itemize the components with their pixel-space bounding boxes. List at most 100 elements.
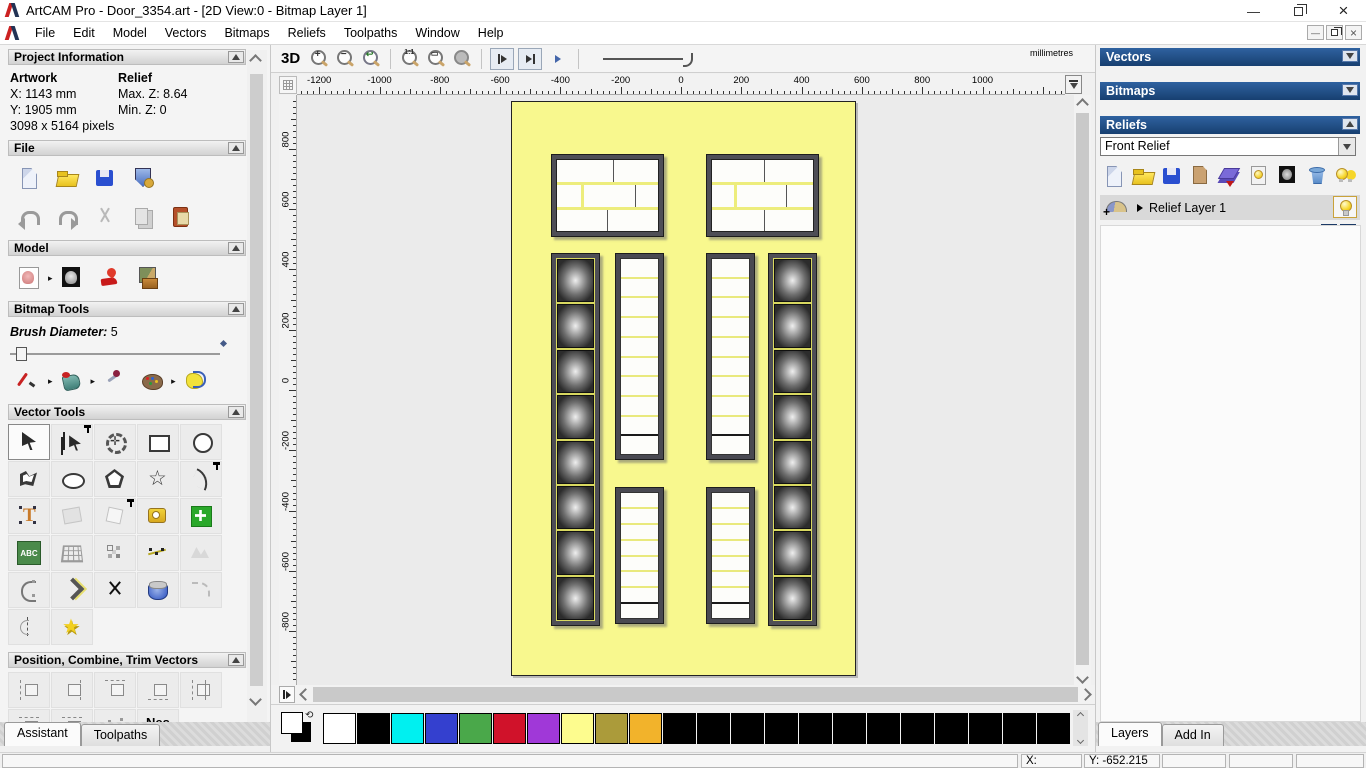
project-information-header[interactable]: Project Information xyxy=(8,49,246,65)
align-right-button[interactable] xyxy=(51,672,93,708)
ruler-toggle-button[interactable] xyxy=(279,686,295,703)
relief-visibility-button[interactable] xyxy=(1247,164,1271,188)
transform-vectors-button[interactable] xyxy=(94,424,136,460)
minimize-button[interactable]: — xyxy=(1231,0,1276,22)
next-view-button[interactable] xyxy=(518,47,543,70)
zoom-object-button[interactable] xyxy=(451,48,473,70)
swap-colours-icon[interactable]: ⟲ xyxy=(305,710,313,721)
cut-button[interactable] xyxy=(92,204,118,230)
create-star-button[interactable] xyxy=(137,461,179,497)
bitmap-preview-button[interactable] xyxy=(59,265,85,291)
menu-edit[interactable]: Edit xyxy=(64,23,104,43)
mdi-restore-button[interactable] xyxy=(1326,25,1343,40)
palette-swatch[interactable] xyxy=(595,712,628,744)
palette-swatch[interactable] xyxy=(629,712,662,744)
scroll-down-icon[interactable] xyxy=(249,693,262,706)
previous-view-button[interactable] xyxy=(490,47,515,70)
palette-swatch[interactable] xyxy=(1003,712,1036,744)
collapse-bitmap-tools-button[interactable] xyxy=(228,303,244,315)
vector-library-button[interactable] xyxy=(137,572,179,608)
offset-vectors-button[interactable] xyxy=(94,498,136,534)
flyout-arrow-icon[interactable]: ▸ xyxy=(48,376,53,387)
canvas-vertical-scrollbar[interactable] xyxy=(1074,95,1091,685)
palette-swatch[interactable] xyxy=(391,712,424,744)
menu-help[interactable]: Help xyxy=(469,23,513,43)
paint-brush-button[interactable] xyxy=(16,368,42,394)
palette-swatch[interactable] xyxy=(1037,712,1070,744)
create-rectangle-button[interactable] xyxy=(137,424,179,460)
restore-button[interactable] xyxy=(1276,0,1321,22)
reduce-points-button[interactable] xyxy=(180,535,222,571)
center-horizontal-button[interactable] xyxy=(180,672,222,708)
copy-button[interactable] xyxy=(130,204,156,230)
palette-scrollbar[interactable] xyxy=(1073,710,1088,746)
tab-assistant[interactable]: Assistant xyxy=(4,722,81,746)
palette-swatch[interactable] xyxy=(799,712,832,744)
save-relief-button[interactable] xyxy=(1160,164,1184,188)
zoom-in-button[interactable]: + xyxy=(308,48,330,70)
layer-expand-caret-icon[interactable] xyxy=(1137,203,1143,212)
menu-file[interactable]: File xyxy=(26,23,64,43)
tab-layers[interactable]: Layers xyxy=(1098,722,1162,746)
expand-bitmaps-button[interactable] xyxy=(1342,84,1358,96)
delete-relief-button[interactable] xyxy=(1305,164,1329,188)
greyscale-preview-button[interactable] xyxy=(16,265,42,291)
collapse-position-button[interactable] xyxy=(228,654,244,666)
collapse-file-button[interactable] xyxy=(228,142,244,154)
redo-button[interactable] xyxy=(54,204,80,230)
zoom-fit-button[interactable]: ▭ xyxy=(425,48,447,70)
palette-swatch[interactable] xyxy=(561,712,594,744)
bitmap-tools-header[interactable]: Bitmap Tools xyxy=(8,301,246,317)
palette-swatch[interactable] xyxy=(425,712,458,744)
brush-diameter-slider[interactable] xyxy=(10,339,260,361)
palette-swatch[interactable] xyxy=(765,712,798,744)
flyout-arrow-icon[interactable]: ▸ xyxy=(48,273,53,284)
tab-add-in[interactable]: Add In xyxy=(1161,724,1224,746)
toggle-all-lights-button[interactable] xyxy=(1334,164,1358,188)
ruler-units-dropdown[interactable] xyxy=(1065,75,1082,94)
palette-swatch[interactable] xyxy=(323,712,356,744)
close-button[interactable]: × xyxy=(1321,0,1366,22)
colour-picker-button[interactable] xyxy=(101,368,127,394)
mdi-close-button[interactable]: × xyxy=(1345,25,1362,40)
align-left-button[interactable] xyxy=(8,672,50,708)
slider-thumb[interactable] xyxy=(16,347,27,361)
zoom-previous-button[interactable]: ↩ xyxy=(360,48,382,70)
new-relief-button[interactable] xyxy=(1102,164,1126,188)
light-settings-button[interactable] xyxy=(97,265,123,291)
create-ellipse-button[interactable] xyxy=(51,461,93,497)
menu-vectors[interactable]: Vectors xyxy=(156,23,216,43)
palette-swatch[interactable] xyxy=(935,712,968,744)
vectors-panel-header[interactable]: Vectors xyxy=(1100,48,1360,66)
greyscale-view-button[interactable] xyxy=(1276,164,1300,188)
palette-swatch[interactable] xyxy=(901,712,934,744)
palette-swatch[interactable] xyxy=(493,712,526,744)
pan-view-button[interactable] xyxy=(546,48,570,70)
collapse-reliefs-button[interactable] xyxy=(1342,118,1358,130)
reliefs-panel-header[interactable]: Reliefs xyxy=(1100,116,1360,134)
relief-clipart-button[interactable] xyxy=(1189,164,1213,188)
select-vectors-button[interactable] xyxy=(8,424,50,460)
create-polygon-button[interactable] xyxy=(94,461,136,497)
palette-swatch[interactable] xyxy=(459,712,492,744)
relief-select-dropdown[interactable]: Front Relief xyxy=(1100,137,1356,156)
palette-swatch[interactable] xyxy=(697,712,730,744)
canvas-horizontal-scrollbar[interactable] xyxy=(299,686,1092,703)
trim-vectors-button[interactable] xyxy=(94,572,136,608)
align-top-button[interactable] xyxy=(94,672,136,708)
palette-swatch[interactable] xyxy=(663,712,696,744)
undo-button[interactable] xyxy=(16,204,42,230)
tab-toolpaths[interactable]: Toolpaths xyxy=(80,724,161,746)
assistant-scrollbar[interactable] xyxy=(247,50,267,750)
model-properties-button[interactable] xyxy=(130,165,156,191)
save-model-button[interactable] xyxy=(92,165,118,191)
collapse-project-info-button[interactable] xyxy=(228,51,244,63)
file-section-header[interactable]: File xyxy=(8,140,246,156)
ruler-origin-button[interactable] xyxy=(279,76,297,94)
collapse-vector-tools-button[interactable] xyxy=(228,406,244,418)
vector-tools-header[interactable]: Vector Tools xyxy=(8,404,246,420)
free-polyline-button[interactable] xyxy=(180,572,222,608)
2d-view-canvas[interactable] xyxy=(297,95,1074,685)
create-arc-button[interactable] xyxy=(180,461,222,497)
dropdown-arrow-icon[interactable] xyxy=(1338,138,1355,155)
